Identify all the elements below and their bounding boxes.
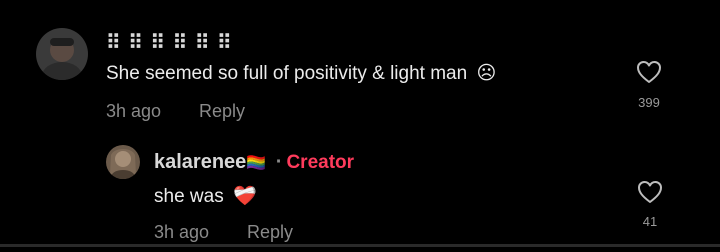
sad-face-emoji: ☹ [476, 63, 497, 84]
heart-outline-icon[interactable] [637, 180, 663, 204]
comment-username[interactable]: ⠿ ⠿ ⠿ ⠿ ⠿ ⠿ [106, 30, 233, 55]
reply-button[interactable]: Reply [247, 222, 293, 243]
like-count: 399 [638, 95, 660, 110]
comment-text: She seemed so full of positivity & light… [106, 62, 496, 85]
reply-button[interactable]: Reply [199, 101, 245, 122]
rainbow-flag-emoji: 🏳️‍🌈 [246, 155, 267, 172]
comment-username[interactable]: kalarenee [154, 151, 246, 173]
comment-text: she was ❤️‍🩹 [154, 184, 257, 208]
comment-text-content: She seemed so full of positivity & light… [106, 63, 468, 84]
comment-timestamp: 3h ago [106, 101, 162, 121]
like-count: 41 [642, 214, 658, 229]
comment-text-content: she was [154, 186, 224, 207]
avatar[interactable] [36, 28, 88, 80]
divider [0, 244, 720, 247]
separator-dot: · [275, 151, 283, 173]
avatar[interactable] [106, 145, 140, 179]
comment-timestamp: 3h ago [154, 222, 210, 242]
creator-badge: Creator [286, 152, 355, 173]
comment-username-row: kalarenee🏳️‍🌈 · Creator [154, 151, 354, 174]
mending-heart-emoji: ❤️‍🩹 [232, 186, 257, 207]
heart-outline-icon[interactable] [636, 60, 662, 84]
